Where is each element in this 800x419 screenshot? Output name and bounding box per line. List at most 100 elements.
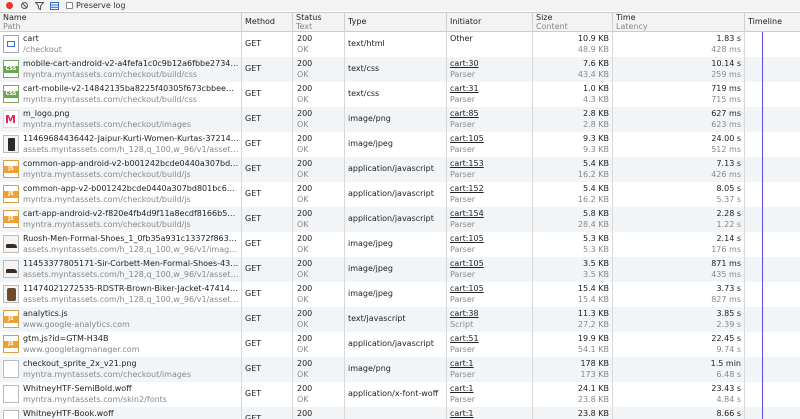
preserve-log-checkbox[interactable] xyxy=(66,2,73,9)
time-cell: 23.43 s 4.84 s xyxy=(612,382,744,407)
name-cell[interactable]: Ruosh-Men-Formal-Shoes_1_0fb35a931c13372… xyxy=(0,232,241,257)
table-row[interactable]: checkout_sprite_2x_v21.png myntra.myntass… xyxy=(0,357,800,382)
status-text: OK xyxy=(297,145,309,154)
initiator-link[interactable]: cart:153 xyxy=(450,158,532,169)
table-row[interactable]: WhitneyHTF-Book.woff GET 200 cart:1 23.8 KB 8… xyxy=(0,407,800,419)
initiator-link[interactable]: cart:1 xyxy=(450,408,532,419)
column-text-label: Text xyxy=(296,21,313,31)
initiator-link[interactable]: cart:105 xyxy=(450,283,532,294)
column-header-size[interactable]: Size Content xyxy=(532,13,612,32)
request-path: /checkout xyxy=(23,45,62,54)
table-row[interactable]: Ruosh-Men-Formal-Shoes_1_0fb35a931c13372… xyxy=(0,232,800,257)
css-icon: CSS xyxy=(3,85,19,103)
name-cell[interactable]: JS analytics.js www.google-analytics.com xyxy=(0,307,241,332)
name-cell[interactable]: 11469684436442-Jaipur-Kurti-Women-Kurtas… xyxy=(0,132,241,157)
name-cell[interactable]: 11474021272535-RDSTR-Brown-Biker-Jacket-… xyxy=(0,282,241,307)
table-row[interactable]: CSS mobile-cart-android-v2-a4fefa1c0c9b12… xyxy=(0,57,800,82)
timeline-cell xyxy=(744,232,800,257)
clear-icon xyxy=(20,2,28,9)
column-header-type[interactable]: Type xyxy=(344,13,446,32)
request-latency: 426 ms xyxy=(711,170,741,179)
initiator-link[interactable]: cart:105 xyxy=(450,233,532,244)
table-row[interactable]: Mm_logo.png myntra.myntassets.com/checkou… xyxy=(0,107,800,132)
clear-button[interactable] xyxy=(18,0,30,11)
table-row[interactable]: cart/checkout GET 200 OK text/html Other 10.9 … xyxy=(0,32,800,57)
name-cell[interactable]: checkout_sprite_2x_v21.png myntra.myntass… xyxy=(0,357,241,382)
initiator-link[interactable]: cart:105 xyxy=(450,133,532,144)
initiator-cell: cart:152 Parser xyxy=(446,182,532,207)
name-cell[interactable]: Mm_logo.png myntra.myntassets.com/checkou… xyxy=(0,107,241,132)
status-code: 200 xyxy=(297,159,313,168)
method-cell: GET xyxy=(241,132,292,157)
request-time: 23.43 s xyxy=(711,384,741,393)
column-header-time[interactable]: Time Latency xyxy=(612,13,744,32)
column-header-status[interactable]: Status Text xyxy=(292,13,344,32)
table-row[interactable]: 11474021272535-RDSTR-Brown-Biker-Jacket-… xyxy=(0,282,800,307)
initiator-link[interactable]: cart:154 xyxy=(450,208,532,219)
name-cell[interactable]: CSS mobile-cart-android-v2-a4fefa1c0c9b12… xyxy=(0,57,241,82)
record-button[interactable] xyxy=(3,0,15,11)
name-cell[interactable]: JS common-app-android-v2-b001242bcde0440a… xyxy=(0,157,241,182)
initiator-link[interactable]: cart:85 xyxy=(450,108,532,119)
initiator-link[interactable]: cart:152 xyxy=(450,183,532,194)
initiator-cell: cart:51 Parser xyxy=(446,332,532,357)
method-cell: GET xyxy=(241,182,292,207)
column-header-name[interactable]: Name Path xyxy=(0,13,241,32)
size-cell: 9.3 KB 9.3 KB xyxy=(532,132,612,157)
initiator-link[interactable]: cart:1 xyxy=(450,383,532,394)
view-list-button[interactable] xyxy=(48,0,60,11)
table-row[interactable]: 11469684436442-Jaipur-Kurti-Women-Kurtas… xyxy=(0,132,800,157)
filter-button[interactable] xyxy=(33,0,45,11)
time-cell: 627 ms 623 ms xyxy=(612,107,744,132)
name-cell[interactable]: JS gtm.js?id=GTM-H34B www.googletagmanager… xyxy=(0,332,241,357)
js-icon: JS xyxy=(3,335,19,353)
table-row[interactable]: JS gtm.js?id=GTM-H34B www.googletagmanager… xyxy=(0,332,800,357)
preserve-log-toggle[interactable]: Preserve log xyxy=(66,1,126,10)
table-row[interactable]: JS analytics.js www.google-analytics.com GE… xyxy=(0,307,800,332)
type-cell: application/x-font-woff xyxy=(344,382,446,407)
initiator-cell: cart:1 Parser xyxy=(446,382,532,407)
table-row[interactable]: 11453377805171-Sir-Corbett-Men-Formal-Sh… xyxy=(0,257,800,282)
name-cell[interactable]: WhitneyHTF-SemiBold.woff myntra.myntasset… xyxy=(0,382,241,407)
initiator-cell: cart:105 Parser xyxy=(446,282,532,307)
request-name: WhitneyHTF-Book.woff xyxy=(23,409,114,418)
request-name: m_logo.png xyxy=(23,109,70,118)
network-toolbar: Preserve log xyxy=(0,0,800,11)
initiator-type: Parser xyxy=(450,395,476,404)
name-cell[interactable]: CSS cart-mobile-v2-14842135ba8225f40305f6… xyxy=(0,82,241,107)
initiator-link[interactable]: cart:30 xyxy=(450,58,532,69)
request-name: checkout_sprite_2x_v21.png xyxy=(23,359,137,368)
initiator-link[interactable]: cart:51 xyxy=(450,333,532,344)
table-row[interactable]: JS common-app-android-v2-b001242bcde0440a… xyxy=(0,157,800,182)
column-header-timeline[interactable]: Timeline xyxy=(744,13,800,32)
size-cell: 19.9 KB 54.1 KB xyxy=(532,332,612,357)
name-cell[interactable]: cart/checkout xyxy=(0,32,241,57)
name-cell[interactable]: 11453377805171-Sir-Corbett-Men-Formal-Sh… xyxy=(0,257,241,282)
initiator-link[interactable]: cart:31 xyxy=(450,83,532,94)
transfer-size: 9.3 KB xyxy=(583,134,609,143)
initiator-type: Parser xyxy=(450,70,476,79)
request-time: 627 ms xyxy=(711,109,741,118)
table-row[interactable]: WhitneyHTF-SemiBold.woff myntra.myntasset… xyxy=(0,382,800,407)
initiator-link[interactable]: cart:1 xyxy=(450,358,532,369)
name-cell[interactable]: WhitneyHTF-Book.woff xyxy=(0,407,241,419)
table-row[interactable]: JS common-app-v2-b001242bcde0440a307bd801… xyxy=(0,182,800,207)
request-latency: 512 ms xyxy=(711,145,741,154)
column-header-initiator[interactable]: Initiator xyxy=(446,13,532,32)
transfer-size: 7.6 KB xyxy=(583,59,609,68)
name-cell[interactable]: JS cart-app-android-v2-f820e4fb4d9f11a8ec… xyxy=(0,207,241,232)
initiator-cell: cart:105 Parser xyxy=(446,132,532,157)
table-row[interactable]: JS cart-app-android-v2-f820e4fb4d9f11a8ec… xyxy=(0,207,800,232)
status-code: 200 xyxy=(297,309,313,318)
initiator-type: Parser xyxy=(450,145,476,154)
table-row[interactable]: CSS cart-mobile-v2-14842135ba8225f40305f6… xyxy=(0,82,800,107)
timeline-cell xyxy=(744,282,800,307)
initiator-link[interactable]: cart:105 xyxy=(450,258,532,269)
time-cell: 3.73 s 827 ms xyxy=(612,282,744,307)
column-header-method[interactable]: Method xyxy=(241,13,292,32)
name-cell[interactable]: JS common-app-v2-b001242bcde0440a307bd801… xyxy=(0,182,241,207)
request-path: myntra.myntassets.com/skin2/fonts xyxy=(23,395,167,404)
status-text: OK xyxy=(297,220,309,229)
initiator-link[interactable]: cart:38 xyxy=(450,308,532,319)
column-initiator-label: Initiator xyxy=(450,17,482,26)
